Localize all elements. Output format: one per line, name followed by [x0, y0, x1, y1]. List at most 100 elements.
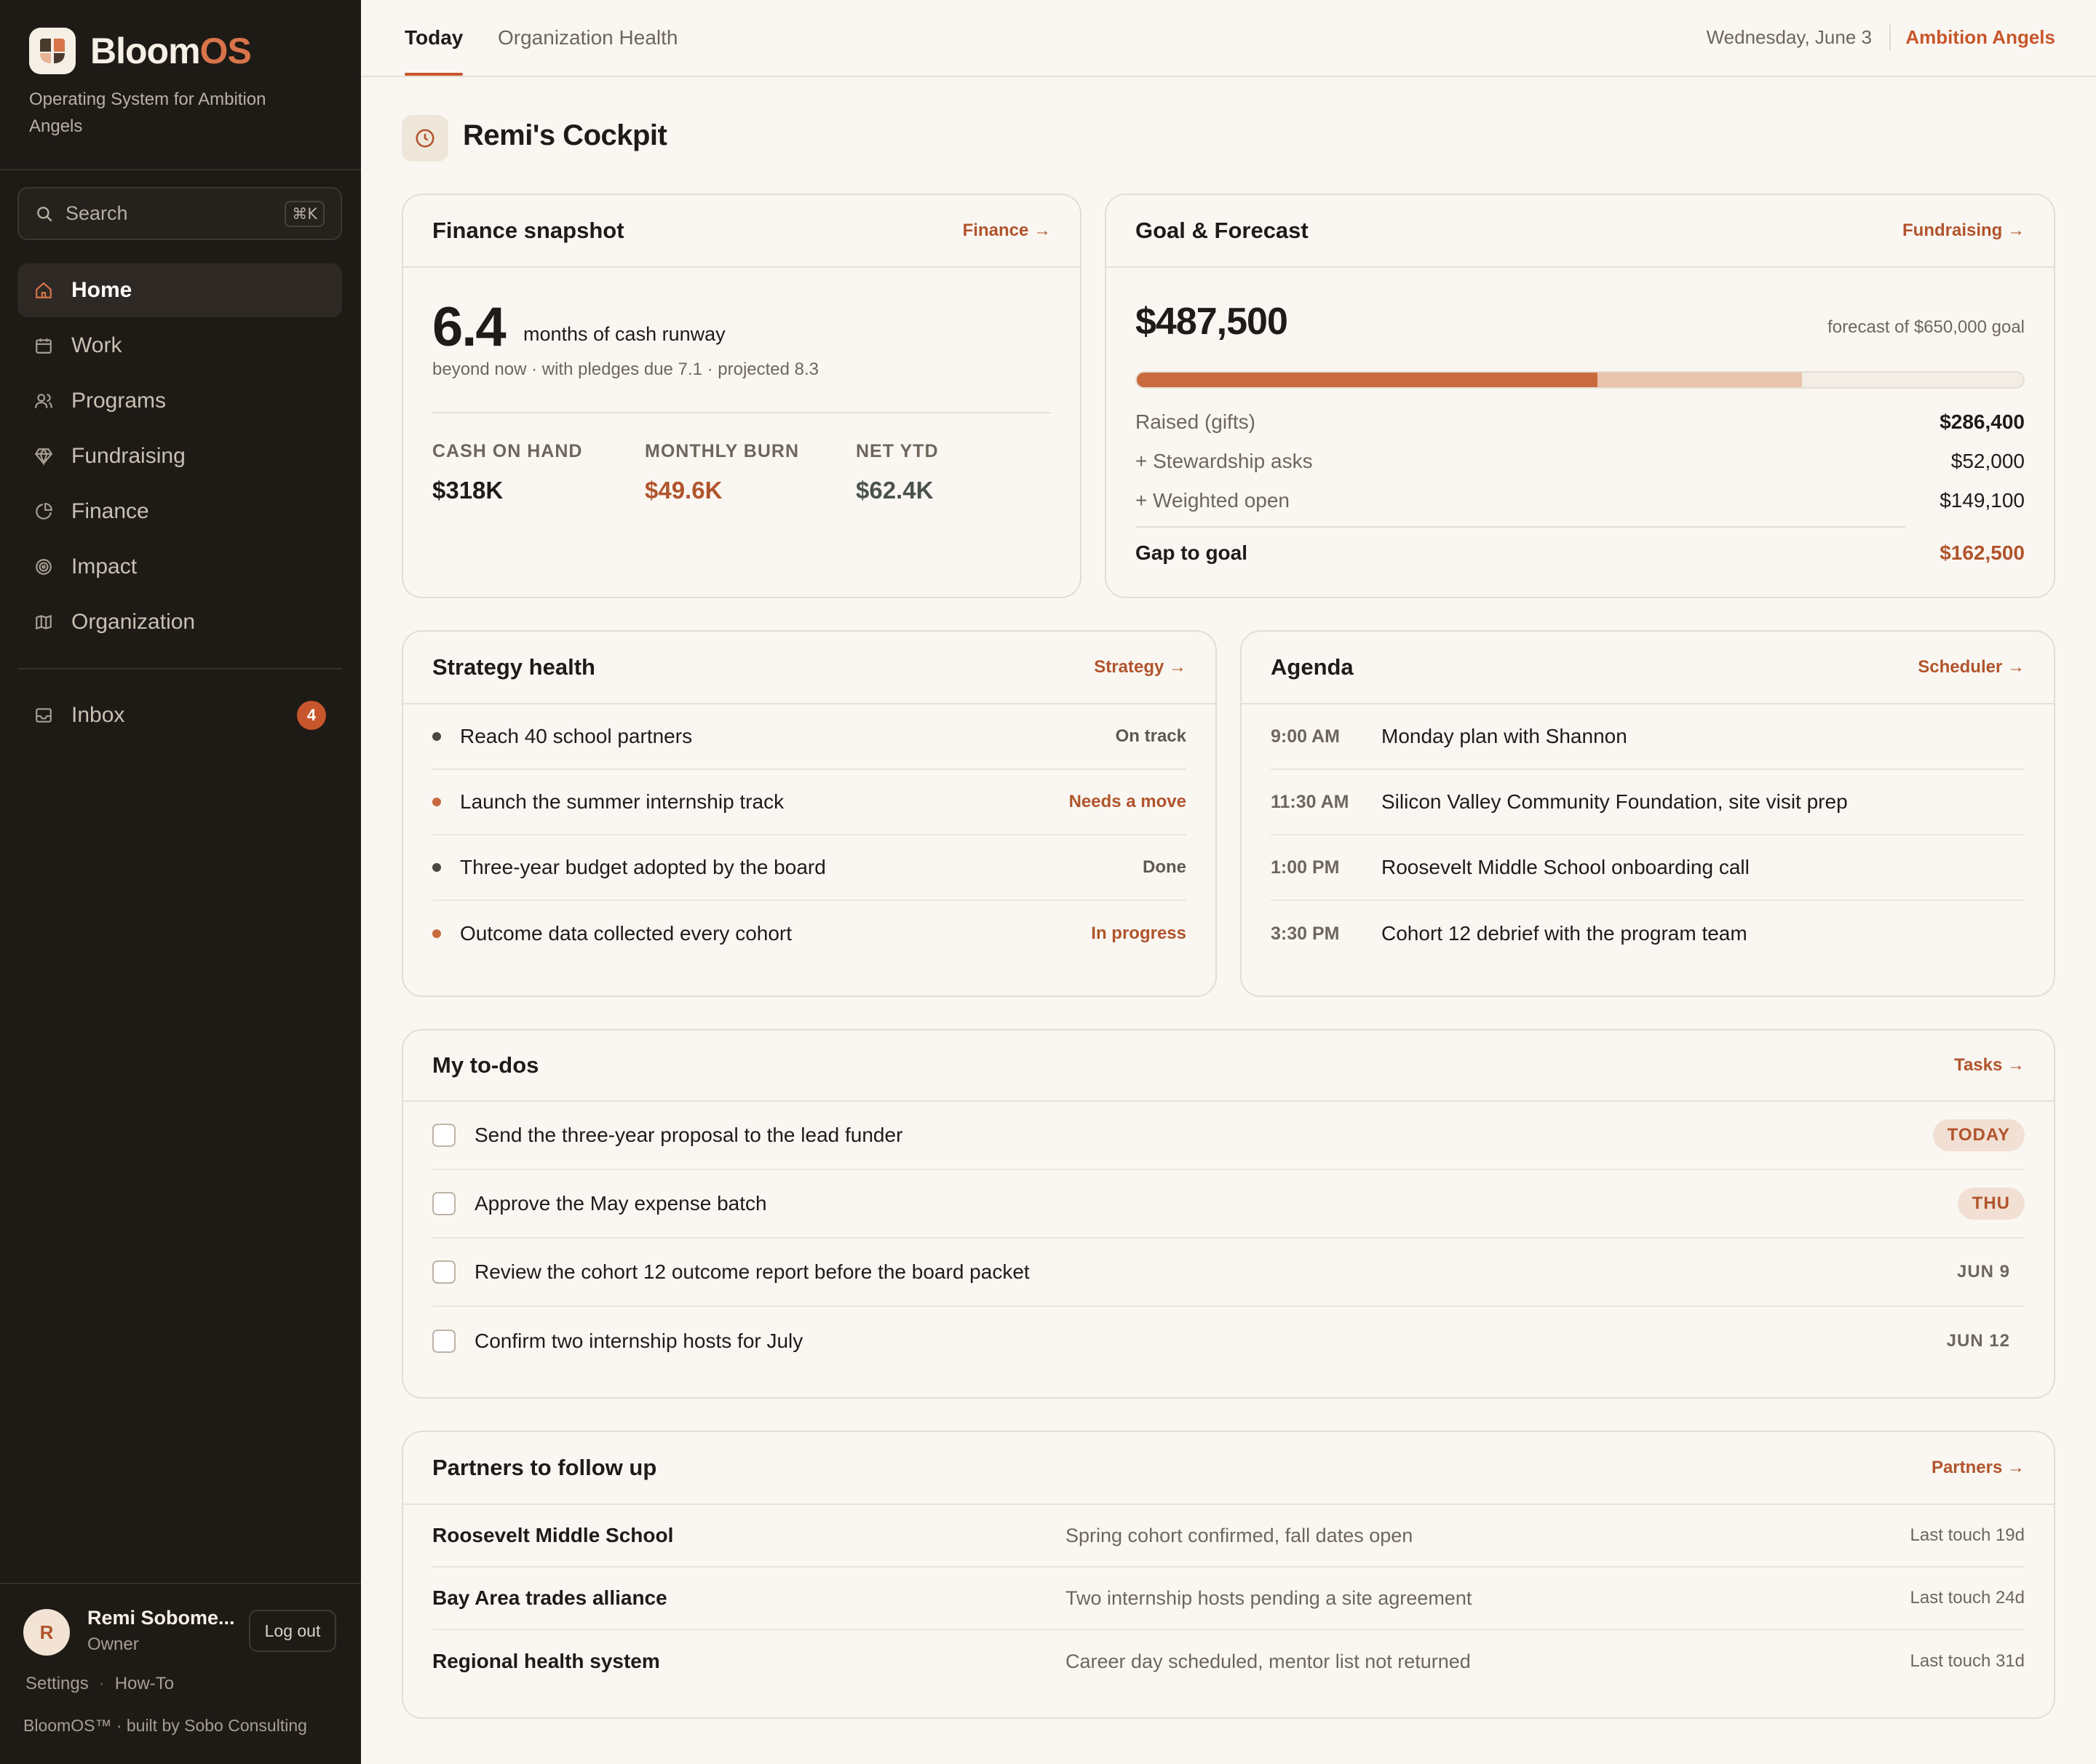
card-title: Partners to follow up: [432, 1455, 657, 1480]
finance-snapshot-card: Finance snapshot Finance → 6.4 months of…: [402, 194, 1081, 598]
tagline: Operating System for Ambition Angels: [29, 90, 266, 136]
due-badge: JUN 12: [1946, 1331, 2010, 1351]
agenda-item[interactable]: 1:00 PM Roosevelt Middle School onboardi…: [1271, 835, 2025, 901]
gap-label: Gap to goal: [1135, 541, 1247, 564]
todo-checkbox[interactable]: [432, 1192, 456, 1215]
pie-chart-icon: [33, 501, 54, 522]
status-badge: On track: [1115, 726, 1186, 746]
list-item[interactable]: Reach 40 school partners On track: [432, 704, 1186, 770]
goal-row-label: + Weighted open: [1135, 489, 1290, 512]
inbox-count-badge: 4: [297, 701, 326, 730]
goal-row-stewardship: + Stewardship asks $52,000: [1135, 450, 2025, 473]
goal-text: Three-year budget adopted by the board: [460, 856, 826, 878]
sidebar-item-work[interactable]: Work: [17, 319, 342, 373]
list-item[interactable]: Launch the summer internship track Needs…: [432, 770, 1186, 835]
avatar[interactable]: R: [23, 1609, 70, 1656]
forecast-amount: $487,500: [1135, 301, 1288, 343]
sidebar-item-organization[interactable]: Organization: [17, 595, 342, 649]
list-item[interactable]: Outcome data collected every cohort In p…: [432, 901, 1186, 966]
gap-value: $162,500: [1940, 541, 2025, 564]
logout-button[interactable]: Log out: [249, 1610, 336, 1652]
settings-link[interactable]: Settings: [25, 1674, 89, 1694]
footer-note: BloomOS™ · built by Sobo Consulting: [23, 1716, 307, 1735]
finance-link[interactable]: Finance →: [963, 220, 1051, 241]
sidebar-item-programs[interactable]: Programs: [17, 374, 342, 428]
sidebar-item-label: Programs: [71, 389, 167, 413]
scheduler-link[interactable]: Scheduler →: [1918, 657, 2025, 678]
agenda-item[interactable]: 9:00 AM Monday plan with Shannon: [1271, 704, 2025, 770]
sidebar-item-label: Home: [71, 278, 132, 302]
partner-row[interactable]: Regional health system Career day schedu…: [432, 1630, 2025, 1693]
separator-dot: ·: [98, 1674, 105, 1693]
strategy-health-card: Strategy health Strategy → Reach 40 scho…: [402, 630, 1217, 997]
due-badge: THU: [1957, 1188, 2025, 1220]
status-badge: In progress: [1091, 923, 1186, 943]
fundraising-link[interactable]: Fundraising →: [1902, 220, 2025, 241]
partner-row[interactable]: Bay Area trades alliance Two internship …: [432, 1568, 2025, 1630]
partner-name: Bay Area trades alliance: [432, 1586, 667, 1609]
agenda-text: Roosevelt Middle School onboarding call: [1381, 856, 1750, 878]
tasks-link[interactable]: Tasks →: [1954, 1055, 2025, 1076]
todo-checkbox[interactable]: [432, 1330, 456, 1353]
status-badge: Needs a move: [1068, 792, 1186, 811]
goal-row-raised: Raised (gifts) $286,400: [1135, 410, 2025, 434]
sidebar-item-label: Impact: [71, 555, 138, 579]
goal-row-label: + Stewardship asks: [1135, 450, 1313, 472]
brand[interactable]: BloomOS: [29, 28, 252, 74]
search-icon: [37, 206, 52, 222]
cash-runway-detail: beyond now · with pledges due 7.1 · proj…: [432, 359, 819, 379]
tab-organization-health[interactable]: Organization Health: [498, 26, 678, 49]
sidebar-item-label: Work: [71, 333, 122, 357]
todos-card: My to-dos Tasks → Send the three-year pr…: [402, 1029, 2055, 1399]
sidebar-item-label: Finance: [71, 499, 149, 523]
agenda-time: 11:30 AM: [1271, 791, 1349, 812]
agenda-time: 1:00 PM: [1271, 857, 1340, 878]
sidebar-item-label: Organization: [71, 610, 196, 634]
agenda-item[interactable]: 3:30 PM Cohort 12 debrief with the progr…: [1271, 901, 2025, 966]
partners-link[interactable]: Partners →: [1932, 1458, 2025, 1478]
agenda-item[interactable]: 11:30 AM Silicon Valley Community Founda…: [1271, 770, 2025, 835]
card-title: Finance snapshot: [432, 218, 624, 243]
sidebar-item-impact[interactable]: Impact: [17, 540, 342, 594]
todo-checkbox[interactable]: [432, 1260, 456, 1284]
tab-today[interactable]: Today: [405, 26, 463, 49]
sidebar-nav: Home Work Programs Fundraising Finance I…: [17, 263, 342, 651]
sidebar-item-inbox[interactable]: Inbox 4: [17, 688, 342, 742]
sidebar-item-fundraising[interactable]: Fundraising: [17, 429, 342, 483]
search-button[interactable]: Search ⌘K: [17, 187, 342, 240]
stat-value: $318K: [432, 477, 504, 504]
partner-row[interactable]: Roosevelt Middle School Spring cohort co…: [432, 1505, 2025, 1568]
home-icon: [33, 280, 54, 301]
progress-raised-fill: [1137, 373, 1598, 387]
forecast-goal-note: forecast of $650,000 goal: [1827, 317, 2025, 337]
bloomos-logo-icon: [29, 28, 76, 74]
stat-value: $49.6K: [645, 477, 723, 504]
page-title: Remi's Cockpit: [463, 119, 667, 151]
user-role: Owner: [87, 1634, 139, 1654]
sidebar-divider: [17, 668, 342, 670]
inbox-icon: [33, 705, 54, 726]
status-badge: Done: [1143, 857, 1186, 877]
card-title: Agenda: [1271, 654, 1354, 680]
todo-text: Approve the May expense batch: [475, 1192, 767, 1215]
sidebar-item-home[interactable]: Home: [17, 263, 342, 317]
how-to-link[interactable]: How-To: [115, 1674, 174, 1694]
card-title: My to-dos: [432, 1052, 539, 1078]
map-icon: [33, 612, 54, 632]
last-touch: Last touch 31d: [1910, 1651, 2025, 1671]
stat-label: MONTHLY BURN: [645, 441, 800, 461]
sidebar-item-finance[interactable]: Finance: [17, 485, 342, 539]
goal-row-value: $149,100: [1940, 489, 2025, 512]
org-switcher[interactable]: Ambition Angels: [1905, 26, 2055, 49]
goal-text: Launch the summer internship track: [460, 790, 785, 813]
card-title: Goal & Forecast: [1135, 218, 1309, 243]
stat-label: NET YTD: [856, 441, 939, 461]
todo-checkbox[interactable]: [432, 1124, 456, 1147]
stat-monthly-burn: MONTHLY BURN $49.6K: [645, 441, 799, 504]
strategy-link[interactable]: Strategy →: [1094, 657, 1186, 678]
todo-text: Send the three-year proposal to the lead…: [475, 1124, 903, 1146]
gem-icon: [33, 446, 54, 466]
list-item[interactable]: Three-year budget adopted by the board D…: [432, 835, 1186, 901]
users-icon: [33, 391, 54, 411]
stat-cash-on-hand: CASH ON HAND $318K: [432, 441, 582, 504]
